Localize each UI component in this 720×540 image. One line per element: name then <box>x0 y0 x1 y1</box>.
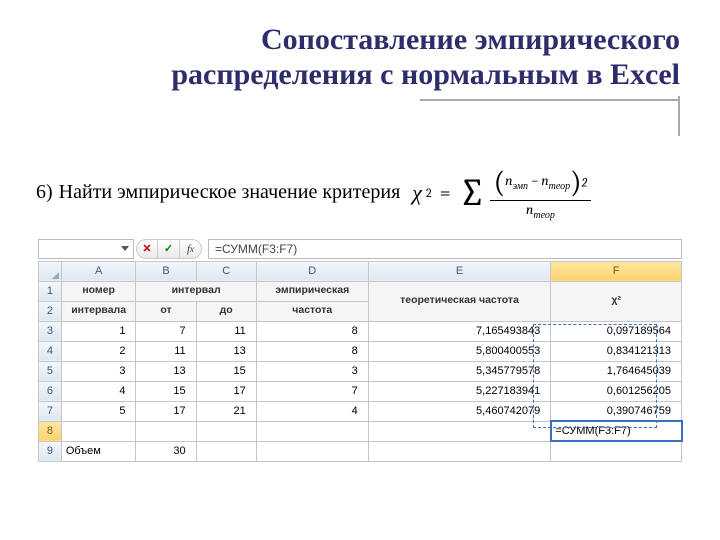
col-header-B[interactable]: B <box>136 261 196 281</box>
cancel-button[interactable]: ✕ <box>136 239 158 259</box>
formula-chi: χ <box>412 180 422 206</box>
cell[interactable]: 3 <box>61 361 136 381</box>
header-cell[interactable]: интервала <box>61 301 136 321</box>
cell[interactable]: 7 <box>136 321 196 341</box>
cell[interactable]: 0,390746759 <box>551 401 682 421</box>
cell[interactable]: 7,165493843 <box>368 321 551 341</box>
col-header-E[interactable]: E <box>368 261 551 281</box>
step-line: 6) Найти эмпирическое значение критерия … <box>36 165 680 221</box>
col-header-A[interactable]: A <box>61 261 136 281</box>
active-cell[interactable]: =СУММ(F3:F7) <box>551 421 682 441</box>
spreadsheet-grid[interactable]: A B C D E F 1 номер интервал эмпирическа… <box>38 261 682 462</box>
cell[interactable]: 4 <box>61 381 136 401</box>
header-cell[interactable]: эмпирическая <box>256 281 368 301</box>
title-line-1: Сопоставление эмпирического <box>261 23 680 56</box>
cell[interactable] <box>368 421 551 441</box>
cell[interactable]: 13 <box>196 341 256 361</box>
cell[interactable]: 13 <box>136 361 196 381</box>
row-header[interactable]: 2 <box>39 301 62 321</box>
cell[interactable] <box>196 421 256 441</box>
cell[interactable]: 0,097189564 <box>551 321 682 341</box>
cell[interactable]: 3 <box>256 361 368 381</box>
name-box[interactable] <box>38 239 134 259</box>
cell[interactable]: Объем <box>61 441 136 461</box>
cell[interactable]: 8 <box>256 321 368 341</box>
cell[interactable]: 8 <box>256 341 368 361</box>
cell[interactable]: 0,834121313 <box>551 341 682 361</box>
formula-equals: = <box>440 181 451 204</box>
row-header[interactable]: 5 <box>39 361 62 381</box>
row-header[interactable]: 6 <box>39 381 62 401</box>
formula: χ2 = ∑ ( nэмп − nтеор ) 2 nтеор <box>412 165 591 221</box>
cell[interactable] <box>256 441 368 461</box>
spreadsheet-area: ✕ ✓ fx =СУММ(F3:F7) A B C D E F 1 номер <box>38 239 682 462</box>
cell[interactable] <box>368 441 551 461</box>
sigma-icon: ∑ <box>459 174 486 212</box>
formula-bar: ✕ ✓ fx =СУММ(F3:F7) <box>38 239 682 259</box>
cell[interactable]: 15 <box>196 361 256 381</box>
header-cell[interactable]: теоретическая частота <box>368 281 551 321</box>
title-underline <box>420 99 680 101</box>
slide-title: Сопоставление эмпирического распределени… <box>0 0 720 93</box>
select-all-corner[interactable] <box>39 261 62 281</box>
header-cell[interactable]: номер <box>61 281 136 301</box>
header-cell[interactable]: интервал <box>136 281 256 301</box>
cell[interactable]: 11 <box>196 321 256 341</box>
cell[interactable] <box>551 441 682 461</box>
cell[interactable]: 4 <box>256 401 368 421</box>
confirm-button[interactable]: ✓ <box>158 239 180 259</box>
row-header[interactable]: 4 <box>39 341 62 361</box>
step-number: 6) <box>36 181 53 204</box>
cell[interactable] <box>256 421 368 441</box>
cell[interactable]: 5,800400553 <box>368 341 551 361</box>
cell[interactable]: 17 <box>196 381 256 401</box>
col-header-D[interactable]: D <box>256 261 368 281</box>
title-tick <box>678 96 680 136</box>
header-cell[interactable]: от <box>136 301 196 321</box>
cell[interactable] <box>61 421 136 441</box>
row-header[interactable]: 7 <box>39 401 62 421</box>
cell[interactable]: 21 <box>196 401 256 421</box>
cell[interactable] <box>196 441 256 461</box>
cell[interactable]: 11 <box>136 341 196 361</box>
formula-bar-buttons: ✕ ✓ fx <box>136 239 202 259</box>
row-header[interactable]: 1 <box>39 281 62 301</box>
formula-fraction: ( nэмп − nтеор ) 2 nтеор <box>490 165 592 221</box>
header-cell[interactable]: частота <box>256 301 368 321</box>
grid-wrap: A B C D E F 1 номер интервал эмпирическа… <box>38 261 682 462</box>
row-header[interactable]: 9 <box>39 441 62 461</box>
fx-button[interactable]: fx <box>180 239 202 259</box>
cell[interactable]: 1 <box>61 321 136 341</box>
step-text: Найти эмпирическое значение критерия <box>59 181 401 204</box>
header-cell[interactable]: до <box>196 301 256 321</box>
cell[interactable] <box>136 421 196 441</box>
cell[interactable]: 17 <box>136 401 196 421</box>
cell[interactable]: 7 <box>256 381 368 401</box>
row-header[interactable]: 8 <box>39 421 62 441</box>
title-line-2: распределения с нормальным в Excel <box>171 58 680 91</box>
cell[interactable]: 0,601256205 <box>551 381 682 401</box>
formula-chi-exp: 2 <box>426 186 432 200</box>
col-header-F[interactable]: F <box>551 261 682 281</box>
col-header-C[interactable]: C <box>196 261 256 281</box>
formula-input[interactable]: =СУММ(F3:F7) <box>208 239 682 259</box>
cell[interactable]: 5 <box>61 401 136 421</box>
cell[interactable]: 2 <box>61 341 136 361</box>
cell[interactable]: 15 <box>136 381 196 401</box>
cell[interactable]: 5,227183941 <box>368 381 551 401</box>
cell[interactable]: 1,764645039 <box>551 361 682 381</box>
cell[interactable]: 5,460742079 <box>368 401 551 421</box>
cell[interactable]: 5,345779578 <box>368 361 551 381</box>
dropdown-icon <box>121 246 129 251</box>
cell[interactable]: 30 <box>136 441 196 461</box>
row-header[interactable]: 3 <box>39 321 62 341</box>
header-cell[interactable]: χ² <box>551 281 682 321</box>
